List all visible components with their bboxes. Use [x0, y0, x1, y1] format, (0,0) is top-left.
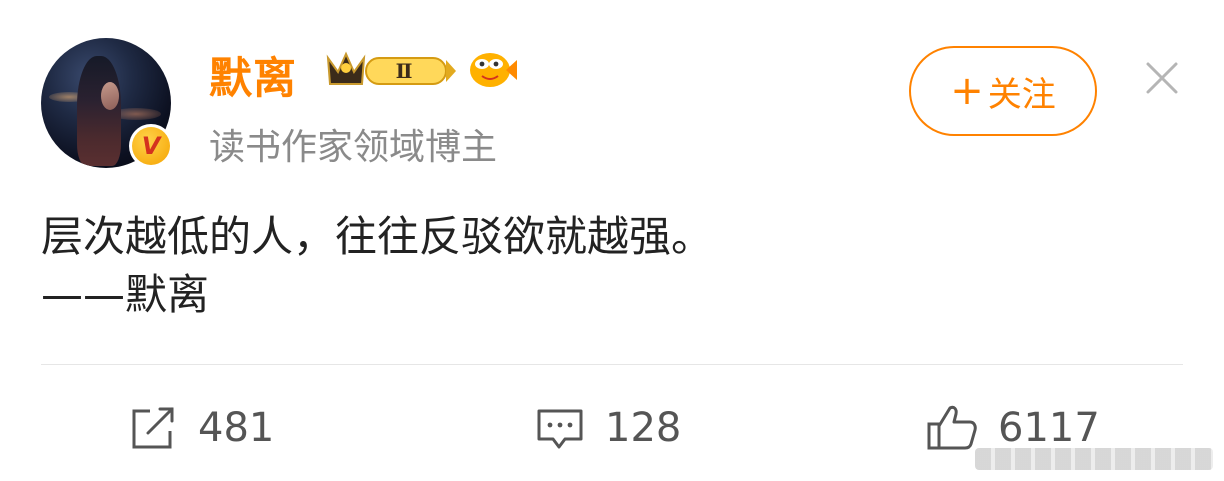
- repost-button[interactable]: 481: [128, 398, 274, 458]
- verified-badge-icon: V: [129, 124, 173, 168]
- verified-badge-letter: V: [132, 127, 170, 165]
- follow-button[interactable]: + 关注: [909, 46, 1097, 136]
- avatar-figure: [77, 56, 121, 166]
- fish-badge-icon: [470, 53, 517, 87]
- plus-icon: +: [950, 68, 984, 114]
- author-name[interactable]: 默离: [209, 44, 297, 106]
- post-content: 层次越低的人，往往反驳欲就越强。 ——默离: [41, 208, 713, 324]
- divider: [41, 364, 1183, 365]
- comment-button[interactable]: 128: [535, 398, 681, 458]
- post-text-line: ——默离: [41, 270, 210, 319]
- avatar-face: [101, 82, 119, 110]
- post-text-line: 层次越低的人，往往反驳欲就越强。: [41, 212, 714, 261]
- repost-count: 481: [198, 405, 275, 451]
- author-subtitle: 读书作家领域博主: [209, 127, 498, 168]
- level-badge-text: Ⅱ: [396, 59, 413, 83]
- crown-level-icon: Ⅱ: [326, 51, 456, 85]
- close-icon[interactable]: [1142, 58, 1182, 98]
- thumbs-up-icon: [927, 405, 977, 450]
- watermark: [975, 448, 1213, 470]
- like-count: 6117: [998, 405, 1100, 451]
- comment-count: 128: [605, 405, 682, 451]
- share-icon: [132, 407, 174, 449]
- follow-label: 关注: [987, 74, 1056, 115]
- comment-icon: [537, 409, 583, 449]
